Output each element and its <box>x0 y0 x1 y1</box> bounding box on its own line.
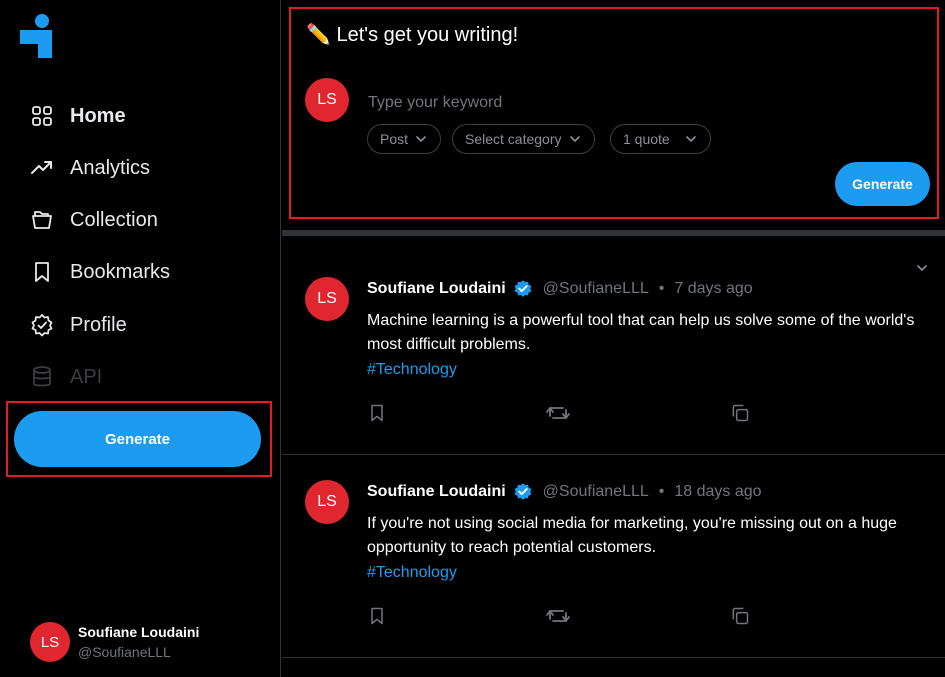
chevron-down-icon <box>684 132 698 146</box>
user-handle: @SoufianeLLL <box>78 644 171 660</box>
sidebar-item-label: Collection <box>70 208 158 231</box>
sidebar-item-home[interactable]: Home <box>30 101 126 131</box>
sidebar: Home Analytics Collection Bookmarks Prof… <box>0 0 281 677</box>
category-value: Select category <box>465 131 562 147</box>
sidebar-item-analytics[interactable]: Analytics <box>30 153 150 183</box>
database-icon <box>30 365 54 389</box>
bookmark-icon[interactable] <box>367 606 387 626</box>
trending-up-icon <box>30 156 54 180</box>
generate-button[interactable]: Generate <box>14 411 261 467</box>
keyword-input[interactable] <box>366 90 810 116</box>
sidebar-item-label: Profile <box>70 313 127 336</box>
chevron-down-icon <box>414 132 428 146</box>
separator-dot: • <box>658 483 665 500</box>
separator-dot: • <box>658 280 665 297</box>
chevron-down-icon[interactable] <box>915 261 929 275</box>
folder-icon <box>30 208 54 232</box>
verified-badge-icon <box>513 482 533 502</box>
sidebar-item-profile[interactable]: Profile <box>30 310 127 340</box>
composer-generate-button[interactable]: Generate <box>835 162 930 206</box>
post-type-select[interactable]: Post <box>367 124 442 154</box>
bookmark-icon <box>30 260 54 284</box>
post-text: Machine learning is a powerful tool that… <box>367 312 915 353</box>
quote-count-select[interactable]: 1 quote <box>610 124 711 154</box>
author-name[interactable]: Soufiane Loudaini <box>367 280 506 298</box>
retweet-icon[interactable] <box>546 403 570 423</box>
sidebar-item-label: Home <box>70 104 126 127</box>
sidebar-item-bookmarks[interactable]: Bookmarks <box>30 257 170 287</box>
sidebar-item-collection[interactable]: Collection <box>30 205 158 235</box>
hashtag-link[interactable]: #Technology <box>367 361 457 379</box>
post-timestamp: 18 days ago <box>674 483 762 500</box>
avatar[interactable]: LS <box>305 277 349 321</box>
badge-check-icon <box>30 313 54 337</box>
category-select[interactable]: Select category <box>452 124 595 154</box>
user-display-name: Soufiane Loudaini <box>78 624 200 640</box>
post-timestamp: 7 days ago <box>674 280 753 297</box>
list-item: LS Soufiane Loudaini @SoufianeLLL • 7 da… <box>282 236 945 455</box>
sidebar-item-label: Bookmarks <box>70 260 171 283</box>
chevron-down-icon <box>568 132 582 146</box>
author-handle: @SoufianeLLL <box>542 280 649 297</box>
copy-icon[interactable] <box>730 403 750 423</box>
list-item: LS Soufiane Loudaini @SoufianeLLL • 18 d… <box>282 455 945 658</box>
bookmark-icon[interactable] <box>367 403 387 423</box>
author-handle: @SoufianeLLL <box>542 483 649 500</box>
app-logo-icon[interactable] <box>20 14 52 58</box>
sidebar-item-api[interactable]: API <box>30 362 102 392</box>
copy-icon[interactable] <box>730 606 750 626</box>
avatar: LS <box>305 78 349 122</box>
account-switcher[interactable]: LS Soufiane Loudaini @SoufianeLLL <box>30 622 199 662</box>
sidebar-item-label: Analytics <box>70 156 151 179</box>
quote-count-value: 1 quote <box>623 131 670 147</box>
hashtag-link[interactable]: #Technology <box>367 564 457 582</box>
composer: ✏️ Let's get you writing! LS Post Select… <box>282 0 945 230</box>
avatar[interactable]: LS <box>305 480 349 524</box>
verified-badge-icon <box>513 279 533 299</box>
sidebar-item-label: API <box>70 365 103 388</box>
post-text: If you're not using social media for mar… <box>367 515 897 556</box>
author-name[interactable]: Soufiane Loudaini <box>367 483 506 501</box>
grid-icon <box>30 104 54 128</box>
retweet-icon[interactable] <box>546 606 570 626</box>
avatar: LS <box>30 622 70 662</box>
composer-title: ✏️ Let's get you writing! <box>306 24 519 46</box>
post-type-value: Post <box>380 131 409 147</box>
